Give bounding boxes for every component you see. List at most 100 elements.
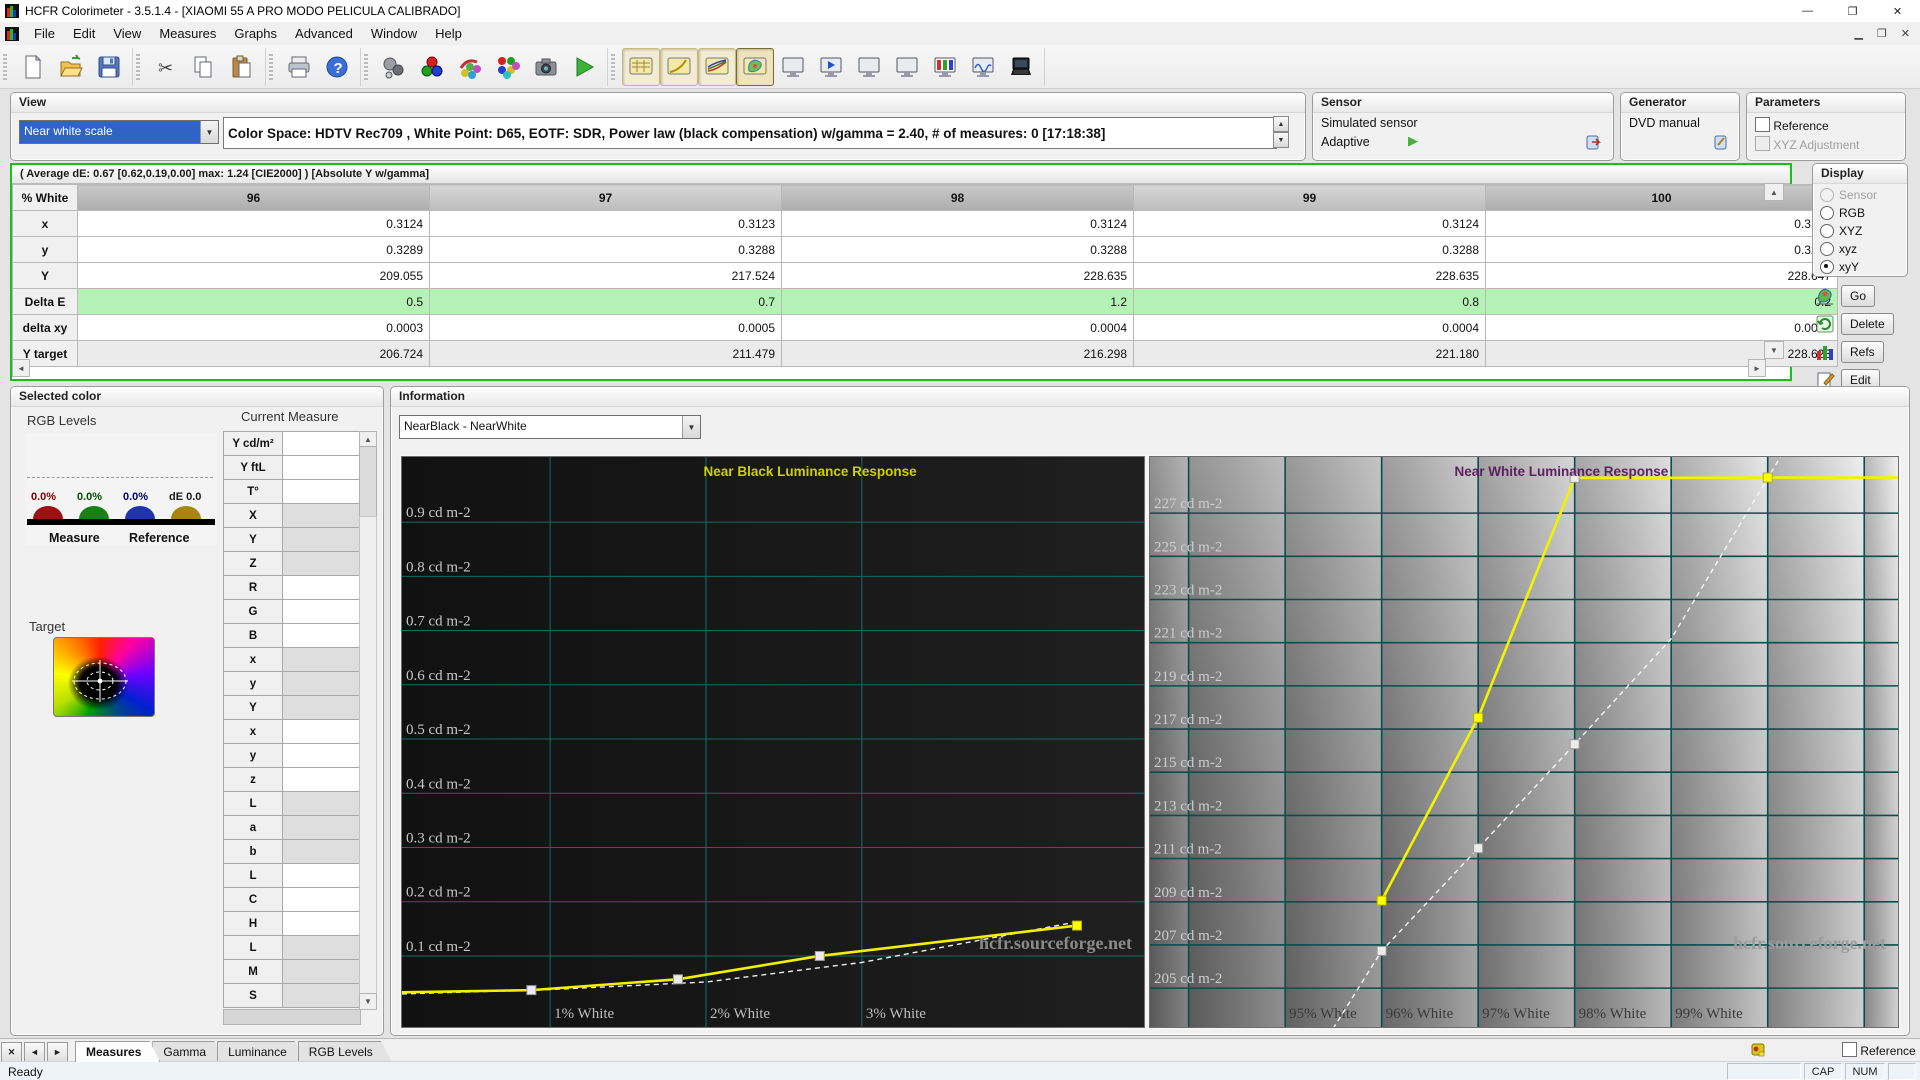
- table-cell[interactable]: 0.7: [429, 288, 782, 315]
- table-cell[interactable]: 0.3124: [1485, 210, 1838, 237]
- display-option-xyz[interactable]: XYZ: [1820, 222, 1907, 240]
- menu-window[interactable]: Window: [362, 23, 426, 44]
- menu-view[interactable]: View: [104, 23, 150, 44]
- menu-edit[interactable]: Edit: [64, 23, 104, 44]
- table-cell[interactable]: 0.0004: [1485, 314, 1838, 341]
- table-cell[interactable]: 228.635: [781, 262, 1134, 289]
- table-cell[interactable]: 0.0005: [429, 314, 782, 341]
- snapshot-icon[interactable]: [527, 48, 565, 86]
- reference-checkbox[interactable]: Reference: [1755, 117, 1829, 133]
- rgb-measure-icon[interactable]: [413, 48, 451, 86]
- view-waveform-icon[interactable]: [964, 48, 1002, 86]
- go-button[interactable]: Go: [1814, 282, 1914, 310]
- scale-select[interactable]: Near white scale ▼: [19, 120, 219, 144]
- view-monitor3-icon[interactable]: [888, 48, 926, 86]
- table-cell[interactable]: 0.3124: [77, 210, 430, 237]
- table-cell[interactable]: 221.180: [1133, 340, 1486, 367]
- open-file-icon[interactable]: [52, 48, 90, 86]
- table-cell[interactable]: 0.3288: [781, 236, 1134, 263]
- table-cell[interactable]: 228.623: [1485, 340, 1838, 367]
- help-icon[interactable]: ?: [318, 48, 356, 86]
- mdi-window-buttons[interactable]: ▁ ❐ ✕: [1854, 27, 1910, 40]
- table-cell[interactable]: 211.479: [429, 340, 782, 367]
- scroll-left-button[interactable]: ◄: [12, 359, 30, 377]
- menu-graphs[interactable]: Graphs: [225, 23, 286, 44]
- save-icon[interactable]: [90, 48, 128, 86]
- table-cell[interactable]: 0.0004: [1133, 314, 1486, 341]
- table-cell[interactable]: 206.724: [77, 340, 430, 367]
- view-datagrid-icon[interactable]: [622, 47, 660, 86]
- view-colorbars-icon[interactable]: [926, 48, 964, 86]
- free-measure-icon[interactable]: [451, 48, 489, 86]
- info-spinner[interactable]: ▲ ▼: [1273, 116, 1289, 148]
- sensor-probe-icon[interactable]: [375, 48, 413, 86]
- view-curves-icon[interactable]: [698, 47, 736, 86]
- table-cell[interactable]: 0.3289: [77, 236, 430, 263]
- scroll-right-button[interactable]: ►: [1748, 359, 1766, 377]
- delete-button[interactable]: Delete: [1814, 310, 1914, 338]
- view-monitor1-icon[interactable]: [774, 48, 812, 86]
- new-file-icon[interactable]: [14, 48, 52, 86]
- table-cell[interactable]: 209.055: [77, 262, 430, 289]
- table-cell[interactable]: 0.3288: [1485, 236, 1838, 263]
- view-cie-icon[interactable]: [736, 47, 774, 86]
- cm-hscrollbar[interactable]: [223, 1009, 361, 1025]
- table-cell[interactable]: 0.0003: [77, 314, 430, 341]
- column-header-98[interactable]: 98: [781, 184, 1134, 211]
- minimize-button[interactable]: —: [1785, 0, 1830, 22]
- close-button[interactable]: ✕: [1875, 0, 1920, 22]
- restore-button[interactable]: ❐: [1830, 0, 1875, 22]
- table-cell[interactable]: 0.0004: [781, 314, 1134, 341]
- table-cell[interactable]: 0.8: [1133, 288, 1486, 315]
- menu-file[interactable]: File: [25, 23, 64, 44]
- graph-selector[interactable]: NearBlack - NearWhite ▼: [399, 415, 701, 439]
- reference-bottom-checkbox[interactable]: Reference: [1842, 1042, 1916, 1058]
- copy-icon[interactable]: [185, 48, 223, 86]
- paste-icon[interactable]: [223, 48, 261, 86]
- cut-icon[interactable]: ✂: [147, 48, 185, 86]
- grid-measure-icon[interactable]: [489, 48, 527, 86]
- table-cell[interactable]: 228.635: [1133, 262, 1486, 289]
- cm-scroll-track[interactable]: [359, 516, 377, 1004]
- menu-measures[interactable]: Measures: [150, 23, 225, 44]
- refs-button[interactable]: Refs: [1814, 338, 1914, 366]
- column-header-100[interactable]: 100: [1485, 184, 1838, 211]
- prev-tab-button[interactable]: ◄: [24, 1042, 45, 1062]
- tab-luminance[interactable]: Luminance: [217, 1041, 306, 1062]
- column-header-97[interactable]: 97: [429, 184, 782, 211]
- generator-config-icon[interactable]: [1713, 133, 1731, 151]
- run-measures-icon[interactable]: [565, 48, 603, 86]
- column-header-99[interactable]: 99: [1133, 184, 1486, 211]
- scroll-up-button[interactable]: ▲: [1764, 183, 1784, 201]
- view-laptop-icon[interactable]: [1002, 48, 1040, 86]
- chevron-down-icon[interactable]: ▼: [200, 121, 218, 143]
- column-header-96[interactable]: 96: [77, 184, 430, 211]
- table-cell[interactable]: 217.524: [429, 262, 782, 289]
- table-cell[interactable]: 0.3288: [1133, 236, 1486, 263]
- view-monitor2-icon[interactable]: [850, 48, 888, 86]
- table-cell[interactable]: 0.5: [77, 288, 430, 315]
- menu-help[interactable]: Help: [426, 23, 471, 44]
- view-monitor-play-icon[interactable]: [812, 48, 850, 86]
- print-icon[interactable]: [280, 48, 318, 86]
- tab-measures[interactable]: Measures: [75, 1041, 160, 1062]
- xyz-adjustment-checkbox[interactable]: XYZ Adjustment: [1755, 136, 1859, 152]
- view-gamma-icon[interactable]: [660, 47, 698, 86]
- table-cell[interactable]: 216.298: [781, 340, 1134, 367]
- table-cell[interactable]: 0.3124: [781, 210, 1134, 237]
- table-cell[interactable]: 0.3288: [429, 236, 782, 263]
- cm-scroll-down[interactable]: ▼: [359, 993, 377, 1010]
- cm-scroll-thumb[interactable]: [359, 446, 377, 518]
- sensor-config-icon[interactable]: [1585, 133, 1603, 151]
- display-option-xyz[interactable]: xyz: [1820, 240, 1907, 258]
- chevron-down-icon[interactable]: ▼: [682, 416, 700, 438]
- sensor-play-icon[interactable]: ▶: [1408, 133, 1418, 149]
- table-cell[interactable]: 228.647: [1485, 262, 1838, 289]
- scroll-down-button[interactable]: ▼: [1764, 341, 1784, 359]
- display-option-xyy[interactable]: xyY: [1820, 258, 1907, 276]
- table-cell[interactable]: 0.2: [1485, 288, 1838, 315]
- table-cell[interactable]: 0.3123: [429, 210, 782, 237]
- table-cell[interactable]: 0.3124: [1133, 210, 1486, 237]
- menu-advanced[interactable]: Advanced: [286, 23, 362, 44]
- table-cell[interactable]: 1.2: [781, 288, 1134, 315]
